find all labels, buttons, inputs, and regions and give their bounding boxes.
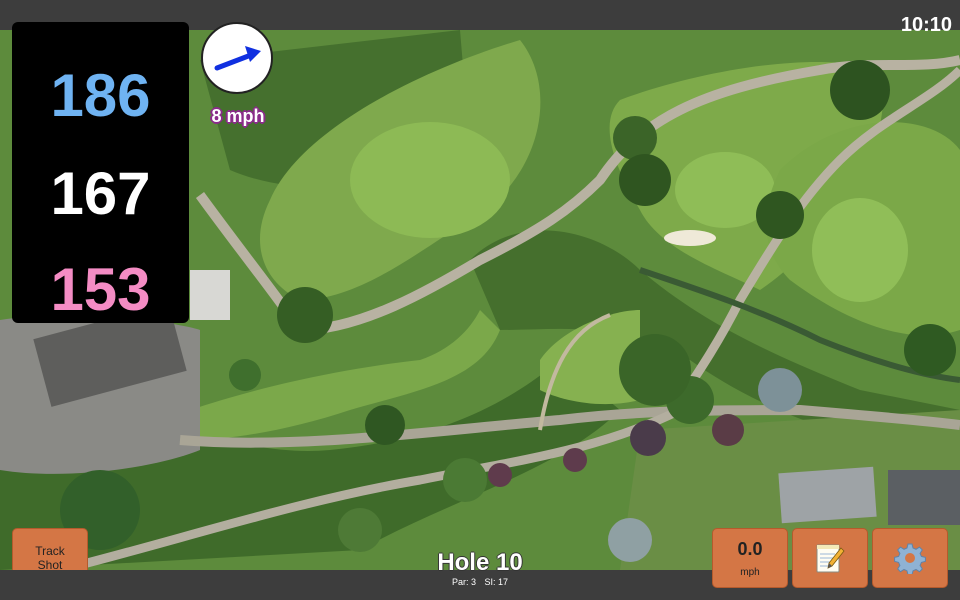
arrow-right-up-icon [214, 46, 261, 71]
hole-title: Hole 10 [437, 549, 523, 576]
back-yardage: 186 [50, 62, 151, 129]
settings-button[interactable] [872, 528, 948, 588]
yardage-panel[interactable]: 186 167 153 [12, 22, 189, 323]
gear-icon [894, 543, 926, 574]
clock: 10:10 [900, 14, 952, 36]
wind-speed-value: 0.0 [737, 539, 763, 559]
hole-stroke-index: SI: 17 [484, 577, 509, 587]
wind-speed-button[interactable]: 0.0 mph [712, 528, 788, 588]
track-shot-label-line1: Track [35, 544, 65, 558]
notes-button[interactable] [792, 528, 868, 588]
middle-yardage: 167 [50, 160, 151, 227]
front-yardage: 153 [50, 256, 151, 323]
wind-direction-indicator [201, 22, 273, 94]
wind-speed-label: 8 mph [211, 106, 265, 126]
wind-speed-unit: mph [740, 567, 760, 578]
golf-gps-screen: 10:10 186 167 153 8 mph Track Shot Hole … [0, 0, 960, 600]
hole-info: Par: 3 SI: 17 [380, 577, 580, 587]
notepad-icon [816, 544, 845, 573]
hole-par: Par: 3 [451, 577, 476, 587]
